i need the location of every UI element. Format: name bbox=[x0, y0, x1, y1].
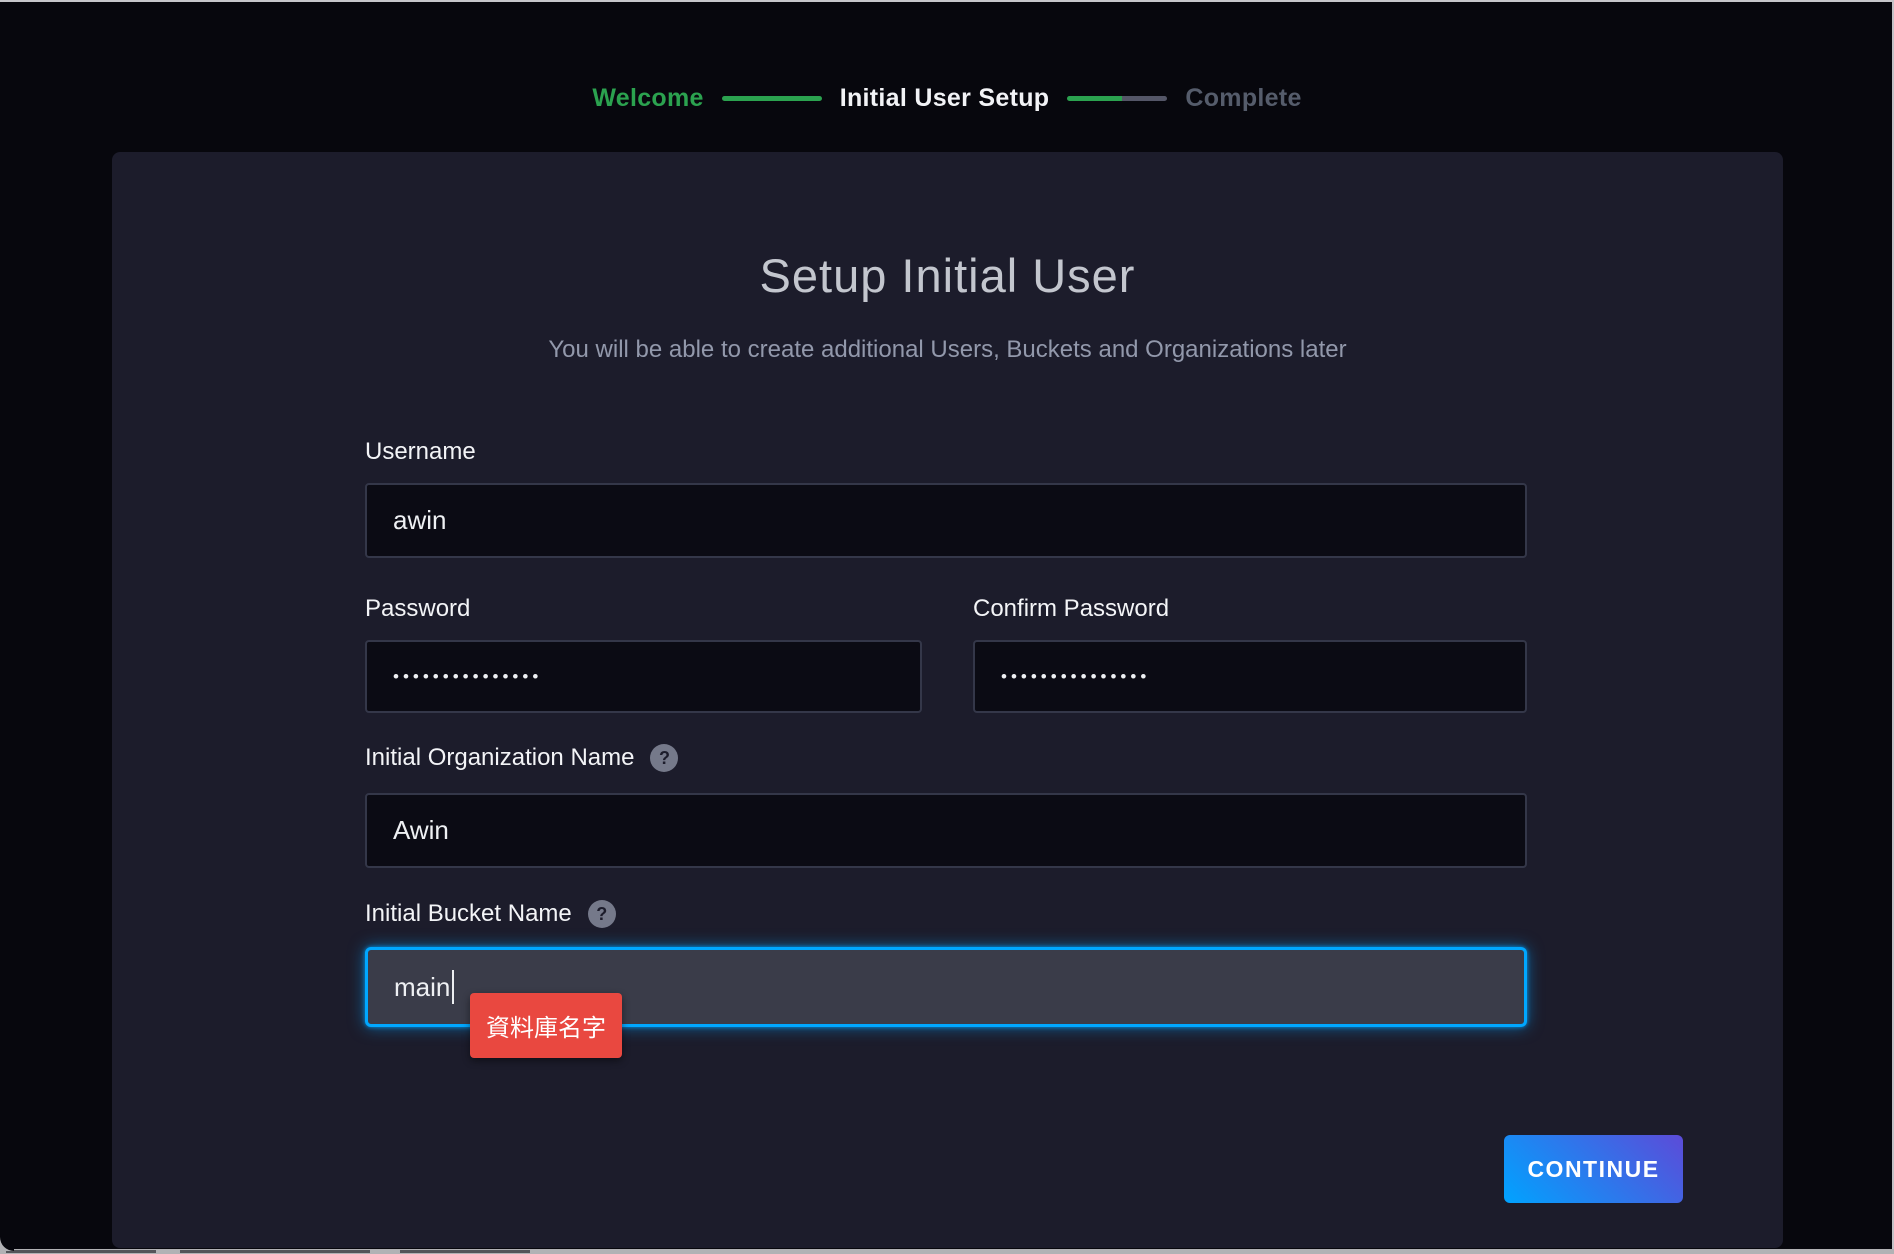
stepper-step-welcome[interactable]: Welcome bbox=[592, 84, 703, 113]
setup-wizard-screen: Welcome Initial User Setup Complete Setu… bbox=[0, 0, 1894, 1254]
stepper-connector-2 bbox=[1067, 96, 1167, 101]
confirm-password-input[interactable] bbox=[973, 640, 1527, 713]
background-window-content bbox=[180, 1250, 370, 1253]
organization-label-row: Initial Organization Name ? bbox=[365, 744, 678, 772]
text-cursor bbox=[452, 970, 454, 1004]
background-window-content bbox=[400, 1250, 530, 1253]
window-rounded-corner bbox=[0, 1237, 14, 1251]
setup-card: Setup Initial User You will be able to c… bbox=[112, 152, 1783, 1248]
organization-label: Initial Organization Name bbox=[365, 744, 634, 772]
background-window-content bbox=[6, 1250, 156, 1253]
bucket-label-row: Initial Bucket Name ? bbox=[365, 900, 616, 928]
confirm-password-label-row: Confirm Password bbox=[973, 595, 1169, 623]
bucket-help-icon[interactable]: ? bbox=[588, 900, 616, 928]
window-edge-top bbox=[0, 0, 1894, 2]
password-input[interactable] bbox=[365, 640, 922, 713]
page-subtitle: You will be able to create additional Us… bbox=[112, 336, 1783, 364]
bucket-label: Initial Bucket Name bbox=[365, 900, 572, 928]
stepper-step-complete[interactable]: Complete bbox=[1185, 84, 1301, 113]
password-label-row: Password bbox=[365, 595, 470, 623]
setup-stepper: Welcome Initial User Setup Complete bbox=[0, 84, 1894, 113]
bucket-annotation-tooltip: 資料庫名字 bbox=[470, 993, 622, 1058]
bucket-input-value: main bbox=[394, 972, 450, 1003]
page-title: Setup Initial User bbox=[112, 248, 1783, 303]
username-label-row: Username bbox=[365, 438, 476, 466]
stepper-step-initial-user-setup[interactable]: Initial User Setup bbox=[840, 84, 1050, 113]
username-input[interactable] bbox=[365, 483, 1527, 558]
stepper-connector-1 bbox=[722, 96, 822, 101]
confirm-password-label: Confirm Password bbox=[973, 595, 1169, 623]
organization-input[interactable] bbox=[365, 793, 1527, 868]
password-label: Password bbox=[365, 595, 470, 623]
continue-button[interactable]: CONTINUE bbox=[1504, 1135, 1683, 1203]
username-label: Username bbox=[365, 438, 476, 466]
organization-help-icon[interactable]: ? bbox=[650, 744, 678, 772]
